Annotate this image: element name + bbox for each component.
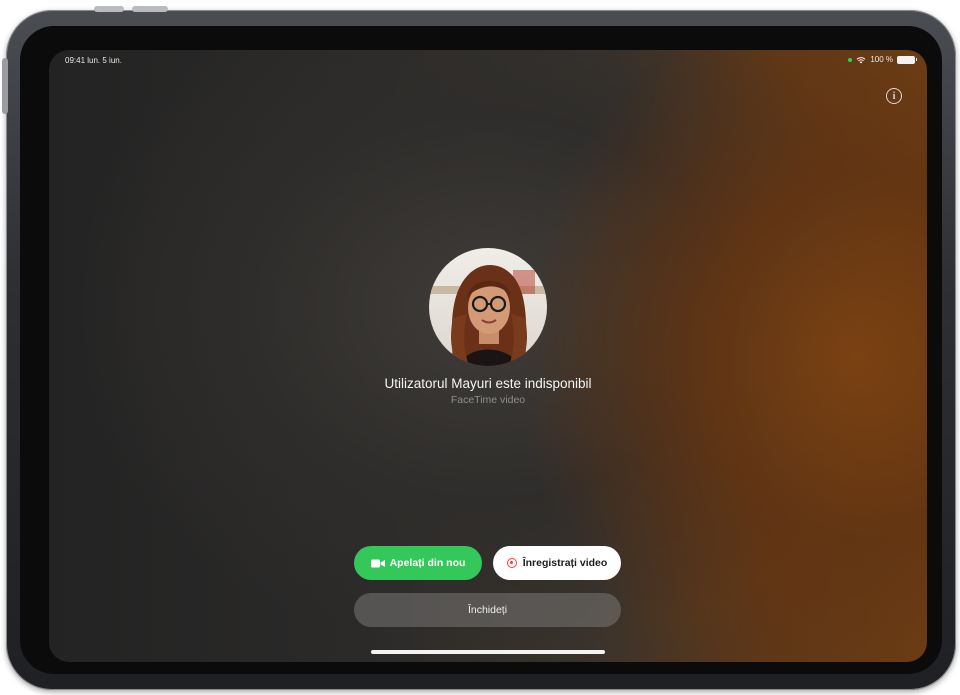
wifi-icon	[856, 56, 866, 63]
facetime-screen: 09:41 lun. 5 iun. 100 % i Utilizatorul M…	[49, 50, 927, 662]
call-again-button[interactable]: Apelați din nou	[354, 546, 482, 580]
volume-down-hardware-button	[132, 6, 168, 12]
battery-percentage: 100 %	[870, 55, 893, 64]
call-again-label: Apelați din nou	[389, 557, 466, 569]
battery-icon	[897, 55, 917, 64]
home-indicator[interactable]	[371, 650, 605, 654]
status-indicators: 100 %	[848, 55, 917, 64]
close-button[interactable]: Închideți	[354, 593, 621, 627]
volume-up-hardware-button	[94, 6, 124, 12]
camera-in-use-indicator	[848, 57, 853, 62]
status-bar: 09:41 lun. 5 iun. 100 %	[49, 50, 927, 72]
record-video-label: Înregistrați video	[522, 557, 608, 569]
call-type-label: FaceTime video	[450, 394, 526, 406]
top-side-hardware-button	[2, 58, 8, 114]
contact-photo	[429, 248, 547, 366]
close-label: Închideți	[467, 604, 508, 616]
status-time-date: 09:41 lun. 5 iun.	[65, 56, 122, 65]
video-camera-icon	[370, 559, 385, 567]
info-icon[interactable]: i	[886, 88, 902, 104]
record-icon	[506, 558, 517, 568]
call-status-text: Utilizatorul Mayuri este indisponibil	[384, 376, 592, 391]
record-video-button[interactable]: Înregistrați video	[493, 546, 621, 580]
contact-avatar	[429, 248, 547, 366]
